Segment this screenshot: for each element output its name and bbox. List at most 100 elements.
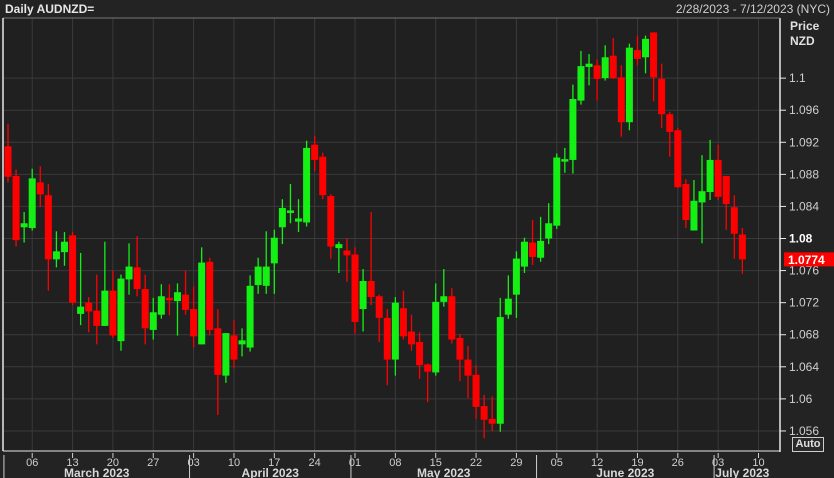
candle-body	[206, 261, 214, 330]
y-tick-label: 1.068	[789, 328, 819, 342]
candle-body	[198, 262, 206, 345]
currency-axis-title: NZD	[790, 34, 815, 48]
candle-body	[222, 333, 230, 376]
candle-body	[456, 337, 464, 360]
candle-body	[367, 281, 375, 298]
y-tick-label: 1.056	[789, 424, 819, 438]
candle-body	[480, 406, 488, 420]
candle-body	[351, 254, 359, 322]
candle-body	[601, 57, 609, 79]
candle[interactable]	[553, 153, 561, 229]
candle-body	[93, 310, 101, 326]
candle-body	[416, 341, 424, 366]
candle-body	[117, 278, 125, 342]
candle-body	[408, 331, 415, 345]
candle-body	[149, 312, 157, 330]
candle-body	[311, 144, 319, 160]
candle-body	[738, 234, 746, 260]
candle-body	[327, 196, 335, 247]
candle[interactable]	[117, 274, 125, 351]
candle-body	[714, 159, 722, 197]
y-tick-label: 1.088	[789, 167, 819, 181]
candle[interactable]	[448, 288, 456, 344]
candle-body	[157, 296, 165, 315]
candle[interactable]	[674, 127, 682, 188]
candle-body	[12, 175, 20, 241]
candle-body	[190, 309, 198, 337]
candle-body	[650, 32, 658, 78]
candle[interactable]	[351, 247, 359, 334]
candle-body	[286, 210, 294, 213]
candle-body	[529, 242, 537, 257]
y-tick-label: 1.084	[789, 199, 819, 213]
candle-body	[432, 301, 440, 373]
candle-body	[109, 290, 117, 336]
candle-body	[254, 266, 262, 286]
candle[interactable]	[246, 275, 254, 352]
candle[interactable]	[303, 140, 311, 227]
candle-body	[391, 302, 399, 360]
x-tick-label: 08	[389, 457, 401, 469]
candle-body	[496, 317, 504, 424]
x-tick-label: 27	[147, 457, 159, 469]
candle-body	[609, 55, 617, 79]
candle-body	[359, 281, 367, 310]
candle-body	[520, 241, 528, 267]
candle[interactable]	[222, 333, 230, 383]
x-tick-label: 29	[510, 457, 522, 469]
price-axis-title: Price	[790, 19, 820, 33]
auto-scale-button[interactable]: Auto	[792, 437, 824, 452]
candle-body	[319, 156, 327, 196]
candle-body	[77, 306, 85, 314]
candle-body	[335, 244, 343, 249]
candle[interactable]	[496, 297, 504, 432]
candle-body	[295, 218, 303, 222]
candle-body	[303, 147, 311, 223]
candle-body	[173, 292, 181, 302]
candle-body	[706, 159, 714, 193]
candle-body	[512, 258, 520, 295]
y-tick-label: 1.096	[789, 103, 819, 117]
candle[interactable]	[625, 43, 633, 131]
candle-body	[730, 207, 738, 234]
candle-body	[69, 235, 77, 303]
candle-body	[375, 296, 383, 318]
candle[interactable]	[206, 257, 214, 336]
candle-body	[625, 47, 633, 123]
x-axis-labels: 06 13 20 27 03 10 17 24 01 08 15 22 29 05 12 19 26 03 10Ma…	[3, 453, 770, 478]
candle-body	[399, 308, 407, 337]
last-price-label: 1.0774	[788, 253, 825, 267]
y-tick-label: 1.1	[789, 71, 806, 85]
candle[interactable]	[12, 169, 20, 247]
candle-body	[44, 195, 52, 260]
candle-body	[36, 182, 44, 195]
candle-body	[182, 294, 190, 310]
x-tick-label: 10	[228, 457, 240, 469]
candle-body	[262, 266, 270, 286]
x-tick-label: 22	[470, 457, 482, 469]
candle-body	[246, 285, 254, 348]
candle-body	[165, 297, 173, 301]
y-tick-label: 1.072	[789, 296, 819, 310]
candle-body	[60, 241, 68, 253]
candle-body	[642, 38, 650, 58]
candle-body	[20, 223, 28, 228]
candle-body	[488, 418, 496, 424]
candle-body	[674, 130, 682, 188]
candle-body	[545, 223, 553, 239]
candle-body	[238, 340, 246, 345]
candle-body	[666, 114, 674, 132]
candlestick-chart[interactable]: Price NZD 1.0561.061.0641.0681.0721.0761…	[0, 0, 834, 478]
candle-body	[101, 290, 109, 326]
candle[interactable]	[319, 152, 327, 200]
candle-body	[464, 359, 472, 376]
candle-body	[577, 66, 585, 101]
candle-body	[278, 208, 286, 228]
candle-body	[698, 191, 706, 203]
candle[interactable]	[69, 232, 77, 306]
candle-body	[440, 296, 448, 302]
candle-body	[561, 159, 569, 162]
candle-body	[537, 240, 545, 258]
candle-body	[214, 328, 222, 375]
candle-body	[85, 302, 93, 312]
